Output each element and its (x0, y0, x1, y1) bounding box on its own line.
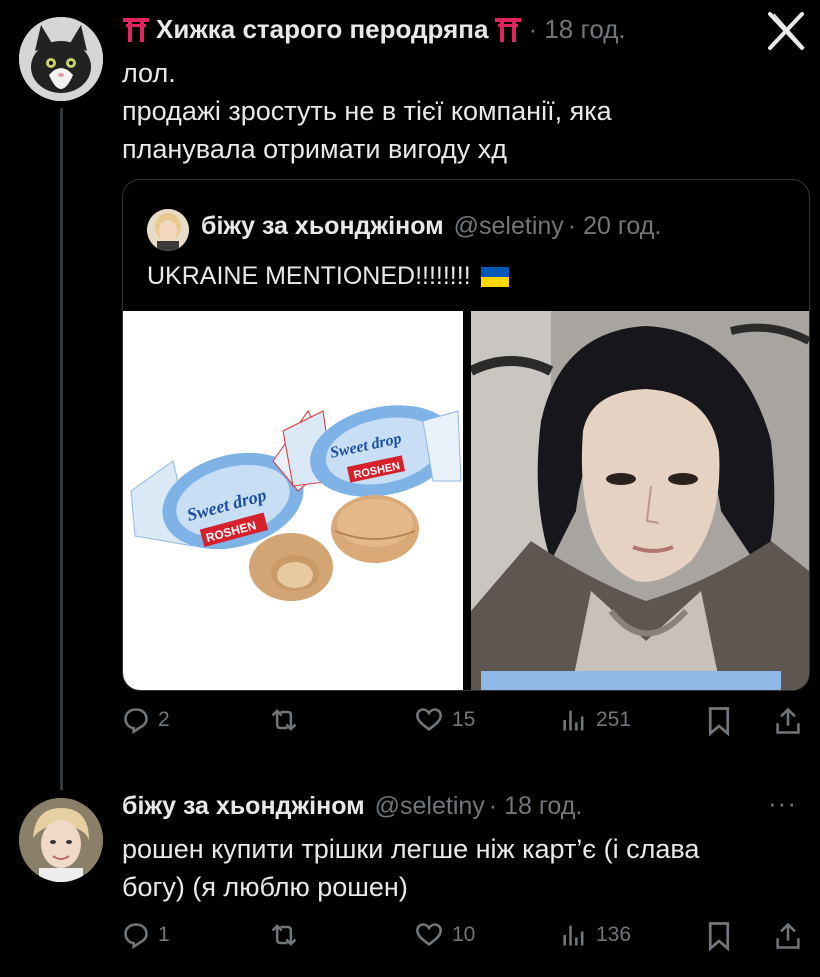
quote-text: UKRAINE MENTIONED!!!!!!!! (147, 262, 471, 290)
like-button[interactable]: 10 (414, 921, 475, 949)
share-button[interactable] (774, 706, 802, 736)
tweet-time[interactable]: · 18 год. (489, 792, 582, 821)
display-name[interactable]: біжу за хьонджіном (201, 212, 444, 241)
share-icon (776, 707, 800, 734)
views-count: 251 (596, 708, 632, 731)
views-chart-icon (563, 925, 584, 946)
torii-icon (123, 18, 149, 42)
x-logo-icon[interactable] (764, 8, 808, 52)
share-button[interactable] (774, 921, 802, 951)
views-button[interactable]: 136 (560, 921, 631, 949)
ukraine-flag-icon (480, 266, 509, 287)
heart-icon (416, 708, 442, 731)
avatar[interactable] (19, 798, 103, 882)
bookmark-icon (708, 922, 730, 951)
portrait-image[interactable] (471, 311, 809, 690)
views-count: 136 (596, 923, 632, 946)
tweet-time[interactable]: · 18 год. (528, 14, 625, 45)
tweet-text: рошен купити трішки легше ніж карт’є (і … (122, 830, 812, 906)
thread-connector-line (60, 108, 63, 790)
avatar[interactable] (19, 17, 103, 101)
display-name[interactable]: біжу за хьонджіном (122, 792, 365, 821)
tweet-header: Хижка старого перодряпа · 18 год. (122, 12, 626, 46)
reply-button[interactable]: 2 (122, 706, 170, 734)
tweet-text-line: продажі зростуть не в тієї компанії, яка (122, 96, 612, 126)
reply-icon (124, 923, 148, 949)
like-button[interactable]: 15 (414, 706, 475, 734)
user-handle[interactable]: @seletiny (375, 792, 485, 821)
tweet-header: біжу за хьонджіном @seletiny · 18 год. (122, 792, 582, 821)
quoted-tweet[interactable]: біжу за хьонджіном @seletiny · 20 год. U… (122, 179, 810, 691)
repost-icon (271, 924, 297, 946)
like-count: 15 (452, 708, 476, 731)
quote-header: біжу за хьонджіном @seletiny · 20 год. (201, 212, 661, 241)
cat-avatar-image (19, 17, 103, 101)
user-handle[interactable]: @seletiny (454, 212, 564, 241)
avatar[interactable] (147, 209, 189, 251)
more-options-icon[interactable]: ··· (768, 788, 797, 819)
tweet-text: лол. продажі зростуть не в тієї компанії… (122, 54, 802, 168)
tweet-text-line: планувала отримати вигоду хд (122, 134, 508, 164)
tweet-text-line: рошен купити трішки легше ніж карт’є (і … (122, 834, 700, 864)
share-icon (776, 922, 800, 949)
torii-icon (495, 18, 522, 42)
tweet-text-line: лол. (122, 58, 176, 88)
reply-count: 2 (158, 708, 170, 731)
person-avatar-image (19, 798, 103, 882)
repost-button[interactable] (268, 921, 308, 949)
reply-button[interactable]: 1 (122, 921, 170, 949)
views-chart-icon (563, 710, 584, 731)
reply-icon (124, 708, 148, 734)
quote-text-row: UKRAINE MENTIONED!!!!!!!! (147, 262, 509, 291)
views-button[interactable]: 251 (560, 706, 631, 734)
bookmark-button[interactable] (706, 706, 732, 736)
tweet-time[interactable]: · 20 год. (568, 212, 661, 241)
bookmark-icon (708, 707, 730, 736)
reply-count: 1 (158, 923, 170, 946)
heart-icon (416, 923, 442, 946)
display-name[interactable]: Хижка старого перодряпа (156, 14, 488, 45)
candy-image[interactable]: ROSHEN Sweet drop ROSHEN Sweet drop (123, 311, 463, 690)
person-avatar-image (147, 209, 189, 251)
like-count: 10 (452, 923, 476, 946)
tweet-text-line: богу) (я люблю рошен) (122, 872, 408, 902)
repost-button[interactable] (268, 706, 308, 734)
repost-icon (271, 709, 297, 731)
bookmark-button[interactable] (706, 921, 732, 951)
